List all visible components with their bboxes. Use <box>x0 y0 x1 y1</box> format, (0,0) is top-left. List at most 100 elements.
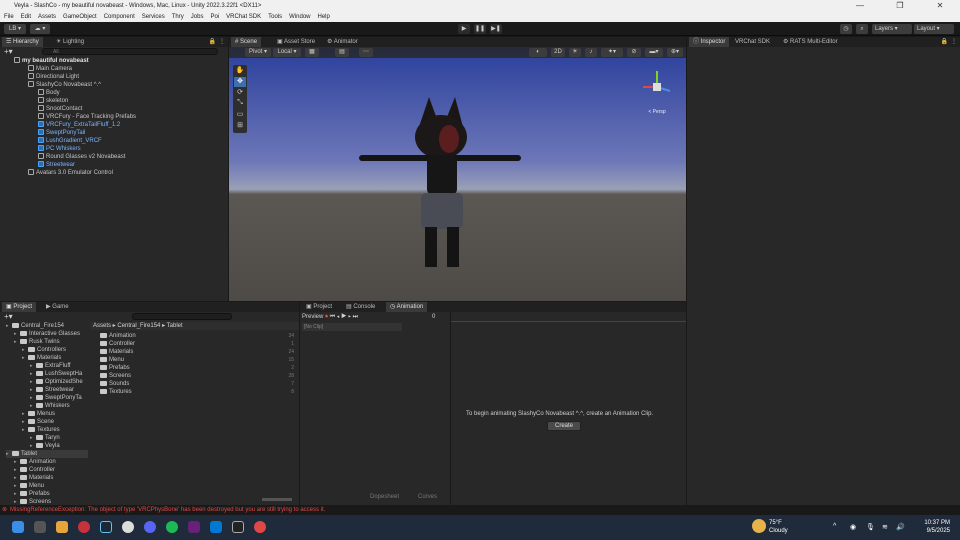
menu-jobs[interactable]: Jobs <box>191 12 204 22</box>
prev-frame-icon[interactable]: ◂ <box>337 314 340 320</box>
project-tree-item[interactable]: ▸ Whiskers <box>30 402 70 410</box>
project-tree-item[interactable]: ▸ Textures <box>22 426 60 434</box>
mode-2d-toggle[interactable]: 2D <box>551 48 565 57</box>
tab-animation[interactable]: ◷ Animation <box>386 302 428 312</box>
clock-app-icon[interactable] <box>122 521 134 533</box>
project-tree-item[interactable]: ▸ Taryn <box>30 434 60 442</box>
cloud-icon[interactable]: ☁ ▾ <box>30 24 50 34</box>
hierarchy-item[interactable]: VRCFury_ExtraTailFluff_1.2 <box>38 121 120 129</box>
play-anim-icon[interactable]: ▶ <box>341 314 346 320</box>
avatar-model[interactable] <box>359 97 529 277</box>
project-tree-item[interactable]: ▸ Rusk Twins <box>14 338 60 346</box>
start-icon[interactable] <box>12 521 24 533</box>
project-tree-item[interactable]: ▸ Materials <box>22 354 61 362</box>
next-frame-icon[interactable]: ▸ <box>348 314 351 320</box>
project-folder-item[interactable]: Materials 24 <box>100 348 296 356</box>
rect-tool-icon[interactable]: ▭ <box>234 110 246 120</box>
project-tree-item[interactable]: ▸ LushSweptHa <box>30 370 82 378</box>
discord-icon[interactable] <box>144 521 156 533</box>
dopesheet-tab[interactable]: Dopesheet <box>370 494 399 500</box>
status-bar[interactable]: ⊗ MissingReferenceException: The object … <box>0 505 960 515</box>
project-tree-item[interactable]: ▸ Menus <box>22 410 55 418</box>
layout-dropdown[interactable]: Layout ▾ <box>914 24 954 34</box>
search-icon[interactable]: ⌕ <box>856 24 868 34</box>
project-folder-item[interactable]: Menu 15 <box>100 356 296 364</box>
weather-widget[interactable]: 75°F Cloudy <box>769 519 788 535</box>
volume-icon[interactable]: 🔊 <box>896 523 905 531</box>
frame-field[interactable]: 0 <box>432 312 435 322</box>
tab-hierarchy[interactable]: ☰ Hierarchy <box>2 37 43 47</box>
menu-thry[interactable]: Thry <box>172 12 184 22</box>
project-tree-item[interactable]: ▸ Scene <box>22 418 54 426</box>
effects-toggle-icon[interactable]: ✦▾ <box>601 48 623 57</box>
lock-icon[interactable]: 🔒 <box>209 37 216 47</box>
tab-asset-store[interactable]: ▣ Asset Store <box>273 37 319 47</box>
project-tree-item[interactable]: ▸ SweptPonyTa <box>30 394 82 402</box>
menu-file[interactable]: File <box>4 12 14 22</box>
hierarchy-item[interactable]: SnootContact <box>38 105 82 113</box>
hierarchy-item[interactable]: Avatars 3.0 Emulator Control <box>28 169 113 177</box>
menu-services[interactable]: Services <box>142 12 165 22</box>
timeline-ruler[interactable] <box>450 312 686 322</box>
project-tree-item[interactable]: ▸ Controller <box>14 466 55 474</box>
inspector-lock-icon[interactable]: 🔒 <box>941 37 948 47</box>
zoom-slider[interactable] <box>262 498 292 501</box>
project-tree-item[interactable]: ▸ Interactive Glasses <box>14 330 80 338</box>
clip-dropdown[interactable]: [No Clip] <box>302 323 402 331</box>
clock[interactable]: 10:37 PM 9/5/2025 <box>912 519 950 535</box>
wifi-icon[interactable]: ≋ <box>882 523 888 531</box>
scale-tool-icon[interactable]: ⤡ <box>234 99 246 109</box>
hierarchy-item[interactable]: Directional Light <box>28 73 79 81</box>
project-folder-item[interactable]: Textures 8 <box>100 388 296 396</box>
menu-assets[interactable]: Assets <box>38 12 56 22</box>
history-icon[interactable]: ◷ <box>840 24 852 34</box>
step-button[interactable]: ▶❚ <box>490 24 502 34</box>
hierarchy-item[interactable]: SlashyCo Novabeast ^.^ <box>28 81 101 89</box>
network-icon[interactable]: ◉ <box>850 523 856 531</box>
tab-inspector[interactable]: ⓘ Inspector <box>689 37 730 47</box>
menu-poi[interactable]: Poi <box>210 12 219 22</box>
menu-edit[interactable]: Edit <box>21 12 31 22</box>
hierarchy-item[interactable]: Streetwear <box>38 161 75 169</box>
more-options-icon[interactable]: ⋮ <box>219 37 225 47</box>
menu-vrchat-sdk[interactable]: VRChat SDK <box>226 12 261 22</box>
rotate-tool-icon[interactable]: ⟳ <box>234 88 246 98</box>
inspector-more-icon[interactable]: ⋮ <box>951 37 957 47</box>
hierarchy-item[interactable]: skeleton <box>38 97 68 105</box>
create-clip-button[interactable]: Create <box>547 421 581 431</box>
pause-button[interactable]: ❚❚ <box>474 24 486 34</box>
project-tree-item[interactable]: ▸ Streetwear <box>30 386 74 394</box>
project-add-icon[interactable]: +▾ <box>4 312 13 321</box>
hierarchy-item[interactable]: Round Glasses v2 Novabeast <box>38 153 125 161</box>
camera-settings-icon[interactable]: ▬▾ <box>645 48 663 57</box>
hierarchy-item[interactable]: PC Whiskers <box>38 145 81 153</box>
tab-lighting[interactable]: ☀ Lighting <box>52 37 88 47</box>
project-tree-item[interactable]: ▸ Animation <box>14 458 56 466</box>
project-folder-item[interactable]: Controller 1 <box>100 340 296 348</box>
tab-scene[interactable]: # Scene <box>231 37 262 47</box>
move-tool-icon[interactable]: ✥ <box>234 77 246 87</box>
last-frame-icon[interactable]: ⏭ <box>353 314 358 320</box>
shading-mode-icon[interactable]: ◐ <box>529 48 547 57</box>
task-view-icon[interactable] <box>34 521 46 533</box>
layers-dropdown[interactable]: Layers ▾ <box>872 24 912 34</box>
hierarchy-item[interactable]: Body <box>38 89 60 97</box>
hierarchy-item[interactable]: Main Camera <box>28 65 72 73</box>
opera-icon[interactable] <box>78 521 90 533</box>
microphone-icon[interactable]: 🎙 <box>866 523 875 531</box>
store-icon[interactable] <box>210 521 222 533</box>
breadcrumb-assets[interactable]: Assets <box>93 323 111 329</box>
project-folder-item[interactable]: Sounds 7 <box>100 380 296 388</box>
project-tree-item[interactable]: ▸ ExtraFluff <box>30 362 71 370</box>
tab-project[interactable]: ▣ Project <box>2 302 37 312</box>
play-button[interactable]: ▶ <box>458 24 470 34</box>
tab-game[interactable]: ▶ Game <box>42 302 73 312</box>
close-button[interactable]: ✕ <box>920 0 960 12</box>
account-button[interactable]: LB ▾ <box>4 24 26 34</box>
persp-label[interactable]: < Persp <box>634 109 680 115</box>
project-search-input[interactable] <box>132 313 232 320</box>
breadcrumb-central-fire[interactable]: Central_Fire154 <box>117 323 160 329</box>
menu-gameobject[interactable]: GameObject <box>63 12 97 22</box>
project-tree-item[interactable]: ▸ Central_Fire154 <box>6 322 64 330</box>
breadcrumb-tablet[interactable]: Tablet <box>167 323 183 329</box>
